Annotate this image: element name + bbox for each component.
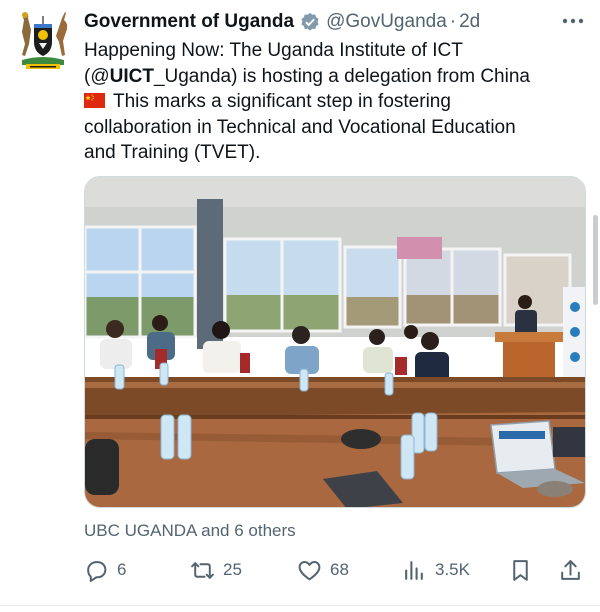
- scrollbar-thumb[interactable]: [593, 215, 598, 305]
- like-button[interactable]: 68: [297, 555, 349, 585]
- views-icon: [405, 560, 423, 580]
- verified-badge-icon[interactable]: [300, 12, 320, 32]
- mention-prefix: (@: [84, 65, 110, 87]
- reply-count: 6: [117, 560, 127, 579]
- tweet-text-line-1: Happening Now: The Uganda Institute of I…: [84, 40, 463, 61]
- tweet-time[interactable]: 2d: [459, 11, 480, 33]
- share-icon: [561, 559, 580, 580]
- mention-uict[interactable]: UICT: [110, 66, 154, 87]
- retweet-icon: [191, 561, 214, 579]
- tweet-text-line-4: collaboration in Technical and Vocationa…: [84, 116, 516, 138]
- avatar-coat-of-arms[interactable]: [12, 10, 74, 72]
- tweet-text-line-3-text: This marks a significant step in fosteri…: [113, 91, 451, 112]
- like-count: 68: [330, 560, 349, 579]
- author-name[interactable]: Government of Uganda: [84, 11, 294, 33]
- views-count: 3.5K: [435, 560, 470, 579]
- heart-icon: [298, 560, 321, 580]
- tweet-divider: [0, 605, 600, 606]
- retweet-count: 25: [223, 560, 242, 579]
- china-flag-icon: [84, 93, 105, 108]
- mention-suffix: _Uganda) is hosting a delegation from Ch…: [153, 65, 530, 87]
- share-button[interactable]: [558, 555, 591, 585]
- separator-dot: ·: [449, 11, 457, 32]
- views-button[interactable]: 3.5K: [402, 555, 470, 585]
- tweet-text-line-3: This marks a significant step in fosteri…: [84, 89, 584, 115]
- tweet-photo[interactable]: [84, 176, 586, 508]
- tweet-text-line-5: and Training (TVET).: [84, 142, 261, 163]
- tweet-text: Happening Now: The Uganda Institute of I…: [84, 38, 584, 166]
- bookmark-button[interactable]: [508, 555, 541, 585]
- author-handle[interactable]: @GovUganda: [326, 11, 447, 33]
- retweet-button[interactable]: 25: [190, 555, 242, 585]
- reply-icon: [87, 560, 107, 582]
- tweet-header: Government of Uganda @GovUganda · 2d: [84, 9, 589, 35]
- tweet-text-line-2: (@UICT_Uganda) is hosting a delegation f…: [84, 64, 584, 90]
- tweet-action-bar: 6 25 68 3.5K: [84, 555, 589, 585]
- more-options-icon[interactable]: [561, 10, 585, 32]
- liked-by-text[interactable]: UBC UGANDA and 6 others: [84, 521, 296, 541]
- bookmark-icon: [513, 559, 528, 581]
- reply-button[interactable]: 6: [84, 555, 126, 585]
